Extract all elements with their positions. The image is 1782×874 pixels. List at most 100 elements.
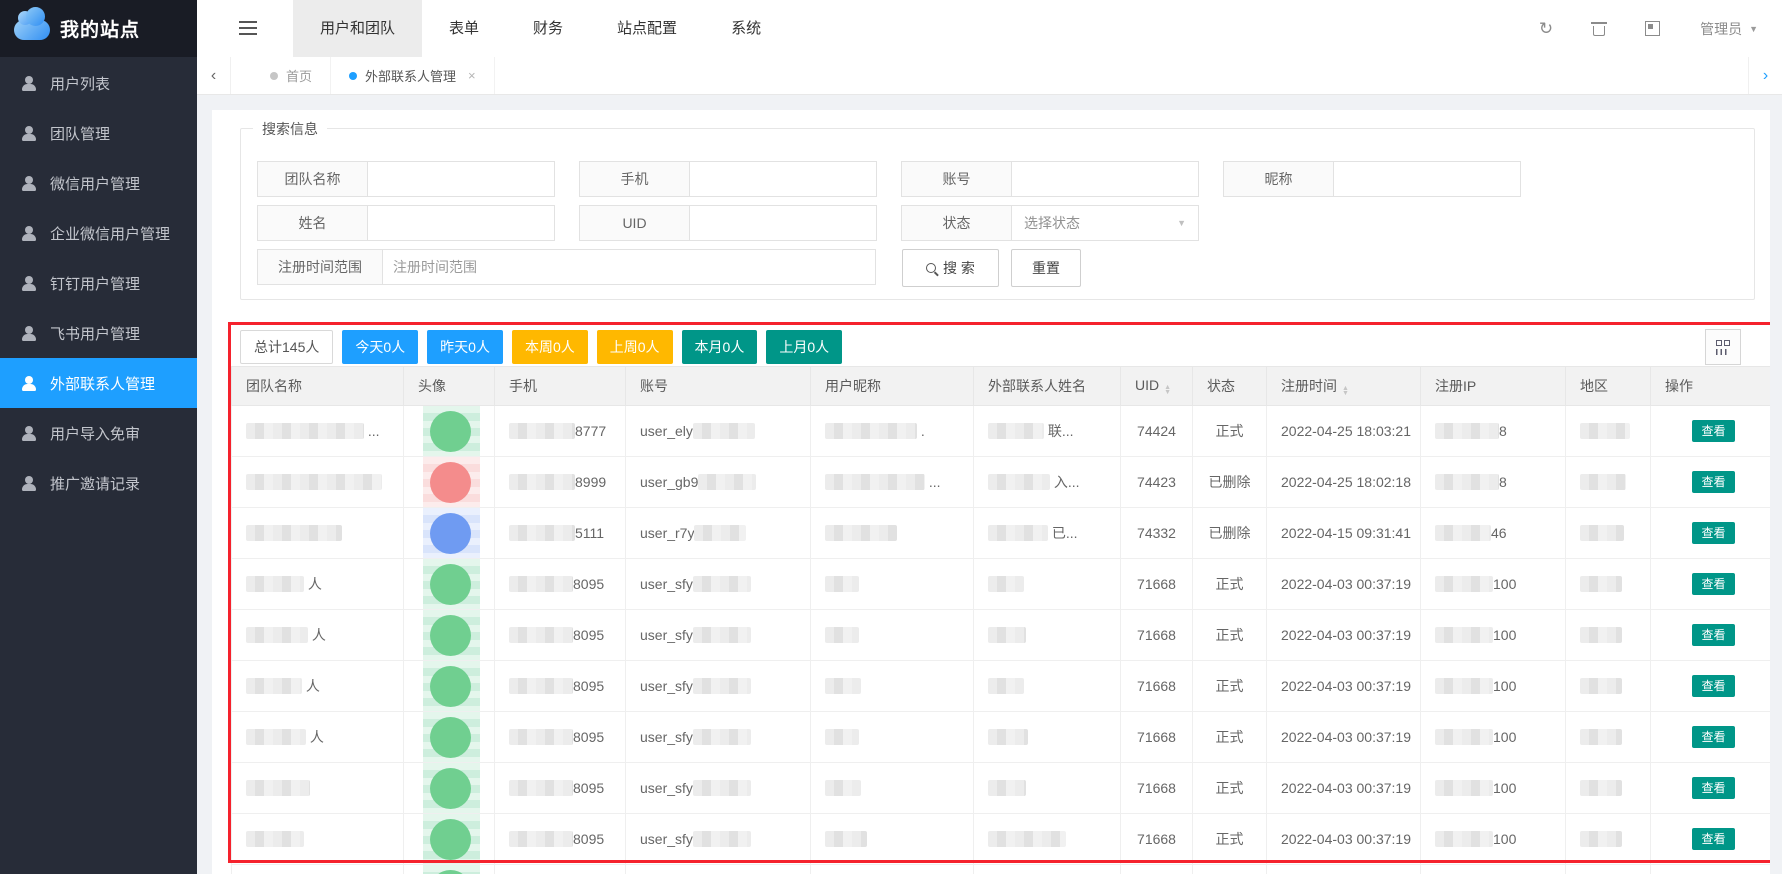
sort-icon[interactable]: ▲▼ bbox=[1342, 386, 1349, 396]
top-navbar: 用户和团队表单财务站点配置系统 ↻ 管理员 ▼ bbox=[197, 0, 1782, 57]
view-button[interactable]: 查看 bbox=[1692, 420, 1734, 442]
status-label: 状态 bbox=[901, 205, 1011, 241]
field-input[interactable] bbox=[689, 161, 877, 197]
cell-uid: 71668 bbox=[1121, 763, 1193, 814]
column-settings-button[interactable] bbox=[1705, 329, 1741, 365]
sidebar-item[interactable]: 企业微信用户管理 bbox=[0, 208, 197, 258]
stat-badge[interactable]: 上周0人 bbox=[597, 330, 673, 364]
close-icon[interactable]: × bbox=[468, 68, 476, 83]
field-input[interactable] bbox=[1011, 161, 1199, 197]
nav-tab[interactable]: 站点配置 bbox=[590, 0, 704, 57]
date-range-input[interactable] bbox=[382, 249, 876, 285]
cell-team-name: 人 bbox=[232, 559, 404, 610]
stat-badge[interactable]: 今天0人 bbox=[342, 330, 418, 364]
field-label: 账号 bbox=[901, 161, 1011, 197]
cell-account: user_r7y bbox=[626, 508, 811, 559]
stat-badge[interactable]: 总计145人 bbox=[240, 330, 333, 364]
cell-phone: 8095 bbox=[495, 559, 626, 610]
view-button[interactable]: 查看 bbox=[1692, 573, 1734, 595]
cell-region bbox=[1566, 610, 1651, 661]
cell-team-name bbox=[232, 457, 404, 508]
sidebar-item[interactable]: 外部联系人管理 bbox=[0, 358, 197, 408]
sidebar-item[interactable]: 团队管理 bbox=[0, 108, 197, 158]
stat-badge[interactable]: 上月0人 bbox=[766, 330, 842, 364]
reset-button[interactable]: 重置 bbox=[1011, 249, 1081, 287]
redacted-nickname bbox=[825, 627, 859, 643]
cell-status: 正式 bbox=[1193, 406, 1267, 457]
stat-badge[interactable]: 昨天0人 bbox=[427, 330, 503, 364]
status-select[interactable]: 选择状态 ▼ bbox=[1011, 205, 1199, 241]
redacted-account bbox=[693, 831, 751, 847]
columns-grid-icon bbox=[1715, 340, 1731, 355]
refresh-icon[interactable]: ↻ bbox=[1539, 20, 1553, 37]
stat-badge[interactable]: 本周0人 bbox=[512, 330, 588, 364]
cell-uid: 74423 bbox=[1121, 457, 1193, 508]
cell-team-name: 人 bbox=[232, 712, 404, 763]
field-input[interactable] bbox=[689, 205, 877, 241]
table-row: ... 8777 user_ely . 联... 74424 正式 2022-0… bbox=[232, 406, 1771, 457]
cell-action: 查看 bbox=[1651, 406, 1771, 457]
nav-tab[interactable]: 用户和团队 bbox=[293, 0, 422, 57]
sidebar-item[interactable]: 用户导入免审 bbox=[0, 408, 197, 458]
redacted-nickname bbox=[825, 729, 859, 745]
sidebar-item[interactable]: 用户列表 bbox=[0, 58, 197, 108]
avatar bbox=[404, 457, 494, 507]
view-button[interactable]: 查看 bbox=[1692, 522, 1734, 544]
view-button[interactable]: 查看 bbox=[1692, 777, 1734, 799]
tab-dot-icon bbox=[349, 72, 357, 80]
trash-icon[interactable] bbox=[1593, 22, 1605, 36]
nav-tab[interactable]: 表单 bbox=[422, 0, 506, 57]
view-button[interactable]: 查看 bbox=[1692, 828, 1734, 850]
admin-menu[interactable]: 管理员 ▼ bbox=[1700, 19, 1758, 39]
page-tab[interactable]: 首页 bbox=[252, 57, 331, 94]
sidebar-item-icon bbox=[21, 76, 37, 91]
redacted-ip bbox=[1435, 729, 1493, 745]
nav-tab[interactable]: 系统 bbox=[704, 0, 788, 57]
field-input[interactable] bbox=[367, 205, 555, 241]
search-button[interactable]: 搜 索 bbox=[902, 249, 999, 287]
cell-contact-name bbox=[974, 814, 1121, 865]
column-header: 外部联系人姓名 bbox=[974, 367, 1121, 406]
cell-phone: 8095 bbox=[495, 763, 626, 814]
cell-reg-ip: 100 bbox=[1421, 865, 1566, 874]
view-button[interactable]: 查看 bbox=[1692, 471, 1734, 493]
view-button[interactable]: 查看 bbox=[1692, 624, 1734, 646]
cell-account: user_sfy bbox=[626, 559, 811, 610]
tabs-scroll-left-icon[interactable]: ‹ bbox=[197, 57, 231, 94]
cell-account: user_sfy bbox=[626, 610, 811, 661]
sidebar-item[interactable]: 钉钉用户管理 bbox=[0, 258, 197, 308]
view-button[interactable]: 查看 bbox=[1692, 675, 1734, 697]
avatar bbox=[404, 508, 494, 558]
avatar-circle bbox=[430, 564, 471, 605]
fullscreen-icon[interactable] bbox=[1645, 21, 1660, 36]
field-input[interactable] bbox=[1333, 161, 1521, 197]
date-range-field: 注册时间范围 bbox=[257, 249, 876, 287]
sidebar-item[interactable]: 推广邀请记录 bbox=[0, 458, 197, 508]
sidebar-item[interactable]: 飞书用户管理 bbox=[0, 308, 197, 358]
stat-badge[interactable]: 本月0人 bbox=[682, 330, 758, 364]
cell-action: 查看 bbox=[1651, 865, 1771, 874]
redacted-phone bbox=[509, 678, 573, 694]
sidebar-item[interactable]: 微信用户管理 bbox=[0, 158, 197, 208]
sidebar-item-label: 钉钉用户管理 bbox=[50, 273, 140, 294]
cell-reg-time: 2022-04-15 09:31:41 bbox=[1267, 508, 1421, 559]
sort-icon[interactable]: ▲▼ bbox=[1164, 385, 1171, 395]
tabs-scroll-right-icon[interactable]: › bbox=[1748, 57, 1782, 94]
sidebar-item-icon bbox=[21, 376, 37, 391]
redacted-nickname bbox=[825, 831, 867, 847]
nav-tab[interactable]: 财务 bbox=[506, 0, 590, 57]
avatar-circle bbox=[430, 768, 471, 809]
field-input[interactable] bbox=[367, 161, 555, 197]
cell-team-name: ... bbox=[232, 406, 404, 457]
cell-phone: 8095 bbox=[495, 865, 626, 874]
reset-button-label: 重置 bbox=[1032, 258, 1060, 278]
status-select-value: 选择状态 bbox=[1024, 213, 1080, 233]
view-button[interactable]: 查看 bbox=[1692, 726, 1734, 748]
collapse-menu-icon[interactable] bbox=[239, 21, 257, 35]
page-tab[interactable]: 外部联系人管理 × bbox=[331, 57, 495, 94]
search-icon bbox=[926, 263, 936, 273]
sidebar-item-label: 用户列表 bbox=[50, 73, 110, 94]
cell-reg-ip: 46 bbox=[1421, 508, 1566, 559]
redacted-nickname bbox=[825, 525, 897, 541]
redacted-phone bbox=[509, 525, 575, 541]
